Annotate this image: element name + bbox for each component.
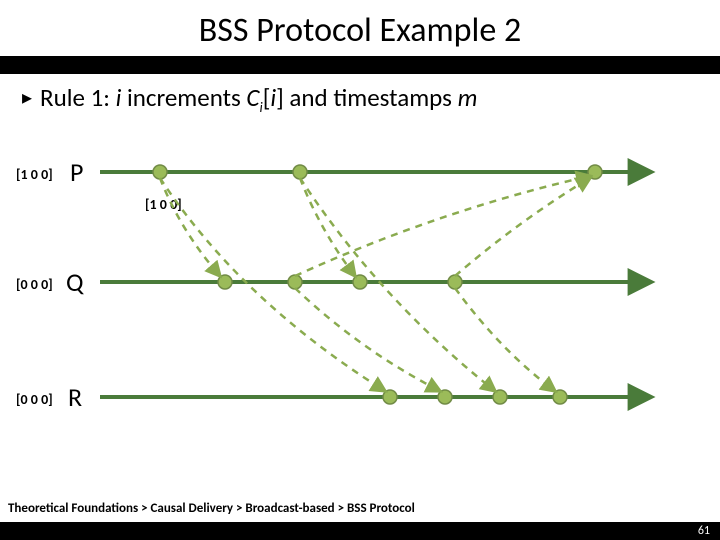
msg-Q2-P3: [295, 176, 590, 276]
msg-P1-R1: [160, 178, 385, 391]
title-underline-bar: [0, 56, 720, 74]
rule-C: C: [246, 82, 259, 113]
event-Q3: [353, 275, 367, 289]
rule-close: ] and timestamps: [276, 82, 458, 113]
bullet-icon: ▸: [22, 86, 32, 110]
event-R2: [438, 390, 452, 404]
event-R1: [383, 390, 397, 404]
timeline-svg: [0, 150, 720, 460]
rule-m: m: [458, 82, 478, 113]
rule-text: ▸Rule 1: i increments Ci[i] and timestam…: [22, 82, 477, 116]
event-Q2: [288, 275, 302, 289]
slide-title: BSS Protocol Example 2: [0, 10, 720, 51]
event-Q1: [218, 275, 232, 289]
event-Q4: [448, 275, 462, 289]
msg-P2-Q3: [300, 178, 355, 276]
msg-Q4-P3: [455, 178, 590, 276]
slide: BSS Protocol Example 2 ▸Rule 1: i increm…: [0, 0, 720, 540]
rule-mid: increments: [121, 82, 246, 113]
timeline-diagram: [1 0 0] [0 0 0] [0 0 0] P Q R [1 0 0]: [0, 150, 720, 460]
footer-bar: 61: [0, 522, 720, 540]
msg-Q2-R2: [295, 288, 440, 391]
event-R4: [553, 390, 567, 404]
breadcrumb: Theoretical Foundations > Causal Deliver…: [8, 501, 415, 516]
event-R3: [493, 390, 507, 404]
event-P3: [588, 165, 602, 179]
event-P1: [153, 165, 167, 179]
event-P2: [293, 165, 307, 179]
msg-Q4-R4: [455, 288, 555, 391]
rule-prefix: Rule 1:: [40, 82, 116, 113]
page-number: 61: [698, 524, 710, 538]
